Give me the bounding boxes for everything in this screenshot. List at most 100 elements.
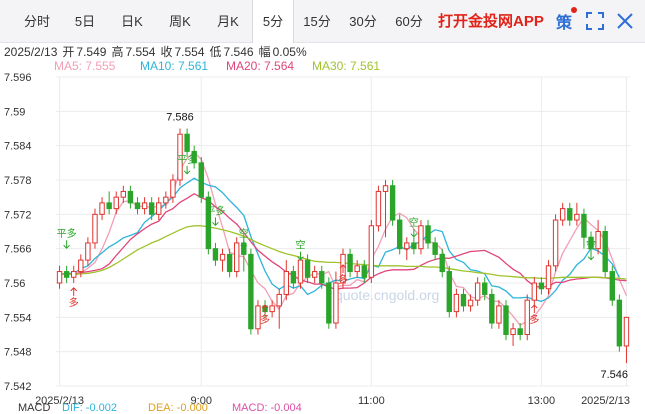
signal-label: 空: [586, 239, 596, 252]
x-tick-label: 2025/2/13: [581, 395, 630, 407]
candles: [56, 128, 630, 364]
signal-label: 平多: [177, 153, 197, 166]
candle-body: [269, 305, 275, 313]
candle-body: [99, 202, 105, 215]
y-axis-labels: 7.596 7.59 7.584 7.578 7.572 7.566 7.56 7.554 7.…: [4, 72, 32, 393]
candle-body: [425, 225, 431, 244]
candle-body: [595, 231, 601, 250]
candle-body: [482, 282, 488, 295]
signal-label: 空: [239, 227, 249, 240]
candle-body: [170, 179, 176, 198]
candle-body: [283, 271, 290, 295]
candle-body: [411, 242, 417, 250]
signal-arrow-up: [70, 287, 78, 296]
candle-body: [134, 202, 141, 210]
candle-body: [418, 225, 424, 250]
chart-grid: [56, 76, 630, 387]
candle-body: [127, 190, 134, 204]
dea-value: DEA: -0.000: [148, 402, 208, 414]
y-tick-label: 7.596: [4, 72, 32, 84]
candle-body: [616, 299, 623, 347]
candle-body: [531, 282, 538, 301]
candle-body: [85, 242, 91, 261]
candle-body: [234, 242, 240, 273]
macd-title: MACD: [18, 402, 51, 414]
candle-body: [368, 225, 375, 278]
candle-body: [113, 196, 119, 210]
candle-body: [396, 219, 403, 250]
candle-body: [297, 259, 304, 284]
candle-body: [198, 162, 204, 198]
candle-body: [439, 253, 445, 273]
candle-body: [382, 185, 389, 192]
y-tick-label: 7.542: [4, 381, 32, 393]
y-tick-label: 7.572: [4, 209, 32, 221]
candle-body: [56, 271, 63, 284]
x-tick-label: 11:00: [358, 395, 385, 407]
candle-body: [453, 293, 460, 313]
candle-body: [141, 202, 148, 210]
x-tick-label: 13:00: [528, 395, 556, 407]
candle-body: [474, 282, 481, 301]
signal-label: 多: [529, 313, 539, 326]
candle-body: [496, 305, 502, 324]
y-tick-label: 7.584: [4, 141, 32, 153]
candle-body: [248, 253, 254, 330]
signal-label: 多: [69, 296, 79, 309]
candle-body: [404, 242, 410, 250]
y-tick-label: 7.548: [4, 347, 32, 359]
candle-body: [219, 253, 226, 261]
candle-body: [71, 271, 77, 278]
candle-body: [375, 190, 382, 227]
candle-body: [276, 293, 282, 307]
signal-label: 多: [338, 273, 348, 286]
candle-body: [326, 282, 332, 324]
candle-body: [552, 219, 559, 267]
candle-body: [559, 208, 566, 221]
candle-body: [545, 265, 552, 290]
signal-arrow-down: [63, 240, 70, 249]
candle-body: [106, 202, 112, 210]
candle-body: [148, 202, 155, 215]
candle-body: [432, 242, 438, 255]
signal-arrow-down: [410, 228, 418, 238]
signal-label: 空: [295, 239, 305, 252]
candle-body: [574, 213, 580, 221]
candle-body: [567, 208, 573, 221]
signal-label: 平多: [205, 204, 225, 217]
y-tick-label: 7.566: [4, 244, 32, 256]
candle-body: [467, 299, 474, 307]
candle-body: [489, 293, 495, 324]
candle-body: [581, 213, 587, 238]
y-tick-label: 7.578: [4, 175, 32, 187]
y-tick-label: 7.554: [4, 312, 32, 324]
candle-body: [389, 185, 396, 221]
signal-arrow-up: [530, 304, 538, 314]
candle-body: [347, 253, 353, 273]
candle-body: [184, 133, 190, 152]
signal-arrow-down: [183, 165, 191, 175]
watermark: quote.cngold.org: [335, 287, 439, 303]
candle-body: [623, 316, 630, 347]
candle-body: [311, 271, 318, 278]
candle-body: [503, 305, 509, 335]
candle-body: [319, 271, 325, 284]
candle-body: [290, 271, 297, 284]
candle-body: [226, 253, 233, 273]
last-price-label: 7.546: [600, 369, 628, 381]
y-tick-label: 7.56: [4, 278, 25, 290]
y-tick-label: 7.59: [4, 106, 25, 118]
candle-body: [304, 259, 311, 278]
signal-arrow-down: [212, 217, 219, 227]
candlestick-chart: quote.cngold.org 7.596 7.59 7.584 7.578 7.57…: [4, 72, 630, 407]
x-axis-labels: 2025/2/13 9:00 11:00 13:00 2025/2/13: [35, 395, 630, 407]
signal-label: 多: [260, 313, 270, 326]
candle-body: [156, 202, 162, 215]
candle-body: [460, 293, 467, 307]
candle-body: [205, 196, 212, 250]
candle-body: [354, 265, 360, 273]
candle-body: [212, 248, 219, 261]
peak-price-label: 7.586: [166, 112, 194, 124]
candle-body: [446, 271, 452, 313]
candle-body: [538, 282, 545, 290]
